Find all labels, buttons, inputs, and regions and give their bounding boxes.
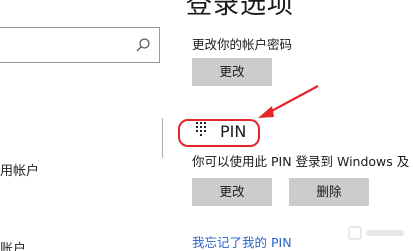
change-pin-button[interactable]: 更改 — [192, 178, 272, 206]
pane-divider — [162, 118, 163, 158]
search-input[interactable] — [0, 27, 160, 63]
page-title: 登录选项 — [186, 0, 295, 20]
password-description: 更改你的帐户密码 — [192, 37, 293, 52]
remove-pin-button[interactable]: 删除 — [289, 178, 369, 206]
sidebar-item-sync[interactable]: 账户 — [0, 238, 26, 251]
pin-title: PIN — [220, 122, 247, 141]
pin-description: 你可以使用此 PIN 登录到 Windows 及 — [192, 154, 410, 169]
forgot-pin-link[interactable]: 我忘记了我的 PIN — [192, 232, 292, 251]
sidebar-item-label: 用帐户 — [0, 164, 40, 179]
pin-highlight-box — [178, 119, 260, 147]
settings-sidebar: 用帐户 账户 — [0, 0, 172, 251]
settings-page: 用帐户 账户 登录选项 更改你的帐户密码 更改 PIN 你可以使用此 PIN 登… — [0, 0, 413, 251]
sidebar-item-label: 账户 — [0, 242, 27, 251]
search-icon[interactable] — [135, 37, 151, 53]
sidebar-item-family-users[interactable]: 用帐户 — [0, 160, 39, 179]
watermark-logo — [348, 226, 404, 240]
keypad-icon — [196, 122, 206, 136]
annotation-arrow — [258, 85, 319, 118]
